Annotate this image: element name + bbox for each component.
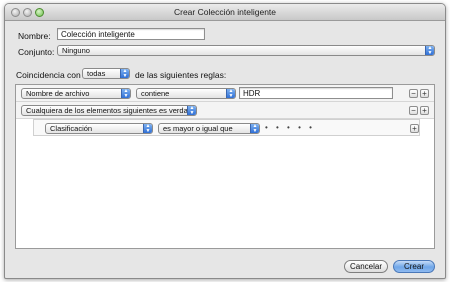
updown-arrows-icon: ▲ ▼ xyxy=(143,124,152,133)
updown-arrows-icon: ▲ ▼ xyxy=(226,89,235,98)
remove-rule-button[interactable]: − xyxy=(409,89,418,98)
add-sub-rule-button[interactable]: + xyxy=(410,124,419,133)
updown-arrows-icon: ▲ ▼ xyxy=(187,106,196,115)
rule-row: Nombre de archivo ▲ ▼ contiene ▲ ▼ HDR − + xyxy=(16,85,434,102)
group-field-value: Cualquiera de los elementos siguientes e… xyxy=(26,106,197,115)
updown-arrows-icon: ▲ ▼ xyxy=(250,124,259,133)
match-popup-value: todas xyxy=(87,69,106,78)
add-rule-button[interactable]: + xyxy=(420,89,429,98)
rule-field-value: Nombre de archivo xyxy=(26,89,90,98)
group-field-popup[interactable]: Cualquiera de los elementos siguientes e… xyxy=(21,105,197,116)
updown-arrows-icon: ▲ ▼ xyxy=(121,89,130,98)
rule-operator-value: contiene xyxy=(141,89,170,98)
set-popup-value: Ninguno xyxy=(62,46,90,55)
window-title: Crear Colección inteligente xyxy=(173,7,277,17)
sub-field-popup[interactable]: Clasificación ▲ ▼ xyxy=(45,123,153,134)
rule-operator-popup[interactable]: contiene ▲ ▼ xyxy=(136,88,236,99)
match-prefix: Coincidencia con xyxy=(16,70,81,80)
remove-group-button[interactable]: − xyxy=(409,106,418,115)
updown-arrows-icon: ▲ ▼ xyxy=(120,69,129,78)
create-button[interactable]: Crear xyxy=(393,260,435,273)
cancel-button[interactable]: Cancelar xyxy=(344,260,388,273)
rule-field-popup[interactable]: Nombre de archivo ▲ ▼ xyxy=(21,88,131,99)
rules-list: Nombre de archivo ▲ ▼ contiene ▲ ▼ HDR − +… xyxy=(15,84,435,249)
sub-operator-popup[interactable]: es mayor o igual que ▲ ▼ xyxy=(158,123,260,134)
updown-arrows-icon: ▲ ▼ xyxy=(425,46,434,55)
set-label: Conjunto: xyxy=(18,47,55,57)
name-label: Nombre: xyxy=(18,31,51,41)
group-rule-row: Cualquiera de los elementos siguientes e… xyxy=(16,102,434,119)
rule-value-field[interactable]: HDR xyxy=(239,87,393,99)
sub-operator-value: es mayor o igual que xyxy=(163,124,233,133)
match-suffix: de las siguientes reglas: xyxy=(135,70,227,80)
name-field[interactable]: Colección inteligente xyxy=(57,28,205,40)
match-popup[interactable]: todas ▲ ▼ xyxy=(82,68,130,79)
smart-collection-dialog: Crear Colección inteligente Nombre: Cole… xyxy=(4,3,446,279)
add-group-button[interactable]: + xyxy=(420,106,429,115)
rating-dots[interactable]: • • • • • xyxy=(265,123,315,132)
sub-rule-row: Clasificación ▲ ▼ es mayor o igual que ▲ ▼… xyxy=(33,119,420,136)
set-popup[interactable]: Ninguno ▲ ▼ xyxy=(57,45,435,56)
title-bar: Crear Colección inteligente xyxy=(5,4,445,21)
sub-field-value: Clasificación xyxy=(50,124,93,133)
